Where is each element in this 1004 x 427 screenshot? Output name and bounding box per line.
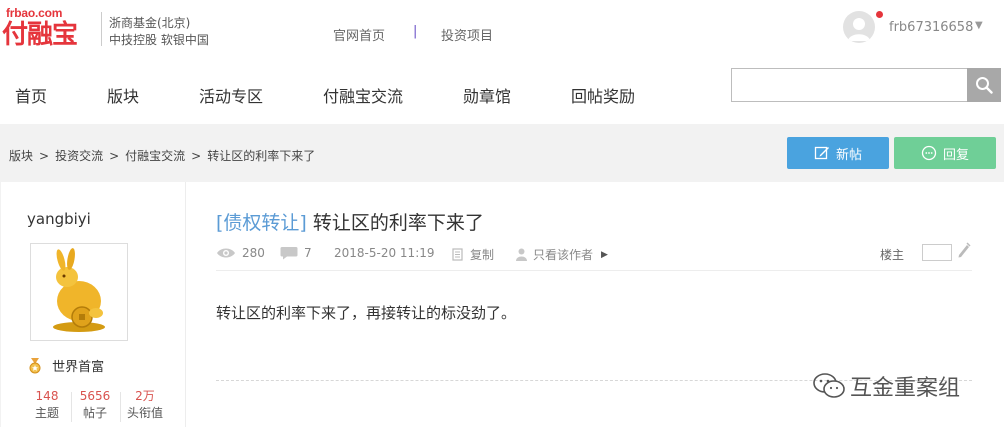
medal-label: 世界首富 (52, 360, 105, 375)
reply-label: 回复 (942, 147, 969, 163)
post-title: [债权转让] 转让区的利率下来了 (216, 208, 484, 235)
copy-label: 复制 (470, 248, 495, 262)
nav-item-frb-exchange[interactable]: 付融宝交流 (323, 83, 403, 107)
link-separator: | (413, 24, 418, 39)
nav-item-sections[interactable]: 版块 (107, 83, 139, 107)
top-header: frbao.com 付融宝 浙商基金(北京) 中技控股 软银中国 官网首页 | … (0, 0, 1004, 64)
stat-title-value-number: 2万 (135, 389, 155, 403)
breadcrumb-separator: > (39, 149, 50, 163)
view-count-value: 280 (242, 246, 265, 260)
nav-item-medals[interactable]: 勋章馆 (463, 83, 511, 107)
stat-title-value[interactable]: 2万 头衔值 (121, 388, 169, 422)
stat-title-value-label: 头衔值 (126, 406, 163, 420)
new-post-label: 新帖 (835, 147, 862, 163)
logo-name: 付融宝 (2, 20, 78, 50)
author-sidebar: yangbiyi 世界首富 148 主题 5656 帖子 2万 头衔值 (1, 182, 186, 427)
only-author-link[interactable]: 只看该作者 ▶ (516, 246, 608, 263)
notification-dot (876, 11, 883, 18)
meta-divider (216, 270, 972, 271)
floor-jump-input[interactable] (922, 244, 952, 261)
stat-posts[interactable]: 5656 帖子 (71, 388, 119, 422)
post-title-text: 转让区的利率下来了 (312, 212, 484, 234)
post-date-value: 2018-5-20 11:19 (334, 246, 435, 260)
reply-button[interactable]: 回复 (894, 137, 996, 169)
chevron-down-icon[interactable]: ▼ (975, 20, 983, 31)
breadcrumb-separator: > (191, 149, 202, 163)
person-icon (516, 248, 527, 261)
author-name[interactable]: yangbiyi (27, 210, 91, 228)
link-investments[interactable]: 投资项目 (441, 25, 493, 44)
username[interactable]: frb67316658 (889, 20, 973, 35)
logo-subtitle-1: 浙商基金(北京) (109, 16, 191, 30)
link-home-official[interactable]: 官网首页 (333, 25, 385, 44)
search-input[interactable] (731, 68, 968, 102)
floor-label: 楼主 (880, 248, 905, 262)
reply-count: 7 (280, 246, 312, 260)
post-category-tag[interactable]: [债权转让] (216, 212, 307, 234)
nav-item-events[interactable]: 活动专区 (199, 83, 263, 107)
stat-posts-label: 帖子 (82, 406, 107, 420)
view-count: 280 (216, 246, 265, 260)
author-avatar[interactable] (30, 243, 128, 341)
stat-threads-label: 主题 (34, 406, 59, 420)
breadcrumb: 版块 > 投资交流 > 付融宝交流 > 转让区的利率下来了 (9, 147, 321, 164)
new-post-button[interactable]: 新帖 (787, 137, 889, 169)
user-silhouette-icon (848, 18, 870, 41)
medal-icon (29, 358, 41, 374)
author-stats: 148 主题 5656 帖子 2万 头衔值 (23, 388, 171, 424)
eye-icon (217, 248, 235, 258)
logo-subtitle-2: 中技控股 软银中国 (109, 33, 209, 47)
breadcrumb-sections[interactable]: 版块 (9, 149, 33, 163)
wechat-icon (813, 373, 845, 398)
stat-posts-value: 5656 (79, 389, 111, 403)
pen-icon[interactable] (957, 242, 971, 262)
copy-icon (452, 247, 463, 261)
watermark: 互金重案组 (812, 370, 960, 402)
watermark-text: 互金重案组 (850, 376, 961, 401)
chat-icon (921, 145, 937, 161)
user-avatar[interactable] (843, 11, 875, 43)
post-content: 转让区的利率下来了，再接转让的标没劲了。 (216, 304, 517, 322)
author-medal: 世界首富 (28, 356, 104, 375)
copy-link[interactable]: 复制 (452, 246, 494, 263)
breadcrumb-frb-exchange[interactable]: 付融宝交流 (125, 149, 185, 163)
search-icon (976, 77, 993, 94)
caret-right-icon: ▶ (601, 249, 608, 260)
pencil-icon (958, 242, 971, 258)
edit-icon (814, 146, 829, 160)
logo-url: frbao.com (6, 6, 63, 20)
comment-icon (280, 247, 298, 260)
search-button[interactable] (967, 68, 1001, 102)
nav-item-reply-rewards[interactable]: 回帖奖励 (571, 83, 635, 107)
breadcrumb-separator: > (109, 149, 120, 163)
breadcrumb-current: 转让区的利率下来了 (207, 149, 316, 163)
logo-divider (101, 12, 102, 46)
site-logo[interactable]: frbao.com 付融宝 (2, 6, 94, 50)
only-author-label: 只看该作者 (533, 248, 594, 262)
breadcrumb-invest-exchange[interactable]: 投资交流 (55, 149, 103, 163)
reply-count-value: 7 (304, 246, 312, 260)
stat-threads-value: 148 (35, 389, 59, 403)
main-nav: 首页 版块 活动专区 付融宝交流 勋章馆 回帖奖励 (0, 64, 1004, 124)
golden-rabbit-avatar-icon (34, 247, 124, 337)
nav-item-home[interactable]: 首页 (15, 83, 47, 107)
post-date: 2018-5-20 11:19 (334, 246, 435, 260)
stat-threads[interactable]: 148 主题 (23, 388, 71, 422)
